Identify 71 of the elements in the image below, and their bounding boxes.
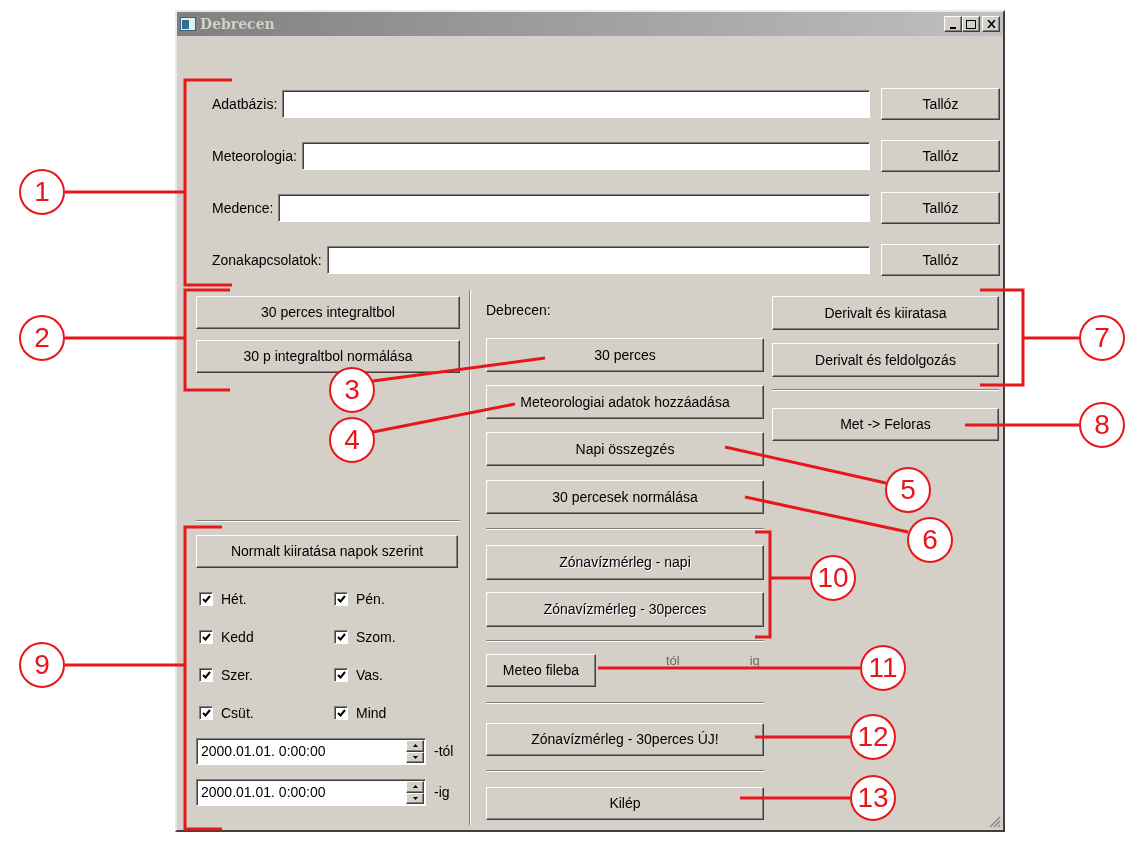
field-label: Zonakapcsolatok: [212, 250, 322, 270]
date-time-field[interactable]: 2000.01.01. 0:00:00 [196, 738, 426, 765]
checkbox[interactable] [334, 668, 348, 682]
button[interactable]: Meteorologiai adatok hozzáadása [486, 385, 764, 419]
button[interactable]: Derivalt és feldolgozás [772, 343, 999, 377]
meteo-file-button[interactable]: Meteo fileba [486, 654, 596, 687]
path-field[interactable] [326, 246, 870, 274]
check-icon [201, 595, 211, 603]
date-time-field[interactable]: 2000.01.01. 0:00:00 [196, 779, 426, 806]
checkbox-label: Csüt. [221, 703, 254, 723]
checkbox-label: Hét. [221, 589, 247, 609]
path-field[interactable] [301, 142, 870, 170]
resize-grip-icon[interactable] [989, 816, 1001, 828]
spin-buttons[interactable] [406, 740, 424, 763]
checkbox[interactable] [334, 592, 348, 606]
check-icon [201, 671, 211, 679]
checkbox[interactable] [334, 630, 348, 644]
close-button[interactable] [982, 16, 1000, 32]
checkbox[interactable] [334, 706, 348, 720]
checkbox-label: Szom. [356, 627, 396, 647]
button[interactable]: 30 perces integraltbol [196, 296, 460, 329]
check-icon [201, 633, 211, 641]
button[interactable]: Napi összegzés [486, 432, 764, 466]
browse-button[interactable]: Tallóz [881, 88, 1000, 120]
check-icon [201, 709, 211, 717]
close-icon [986, 20, 996, 28]
exit-button[interactable]: Kilép [486, 787, 764, 820]
check-icon [336, 595, 346, 603]
checkbox[interactable] [199, 668, 213, 682]
path-field[interactable] [278, 194, 870, 222]
callout-number: 8 [1079, 402, 1125, 448]
callout-number: 2 [19, 315, 65, 361]
checkbox-label: Kedd [221, 627, 254, 647]
from-label: tól [666, 654, 680, 668]
checkbox[interactable] [199, 630, 213, 644]
checkbox-label: Pén. [356, 589, 385, 609]
button[interactable]: Derivalt és kiiratasa [772, 296, 999, 330]
browse-button[interactable]: Tallóz [881, 140, 1000, 172]
check-icon [336, 709, 346, 717]
minimize-icon [950, 26, 956, 29]
browse-button[interactable]: Tallóz [881, 244, 1000, 276]
button[interactable]: 30 percesek normálása [486, 480, 764, 514]
callout-number: 1 [19, 169, 65, 215]
browse-button[interactable]: Tallóz [881, 192, 1000, 224]
callout-number: 7 [1079, 315, 1125, 361]
station-heading: Debrecen: [486, 302, 552, 318]
checkbox-label: Vas. [356, 665, 383, 685]
window-title: Debrecen [200, 14, 275, 34]
button[interactable]: 30 p integraltbol normálása [196, 340, 460, 373]
window-icon [180, 17, 196, 31]
field-label: Medence: [212, 198, 274, 218]
checkbox-label: Mind [356, 703, 387, 723]
callout-number: 9 [19, 642, 65, 688]
maximize-icon [966, 19, 976, 29]
button[interactable]: Zónavízmérleg - 30perces ÚJ! [486, 723, 764, 756]
range-suffix: -ig [434, 783, 450, 802]
spin-buttons[interactable] [406, 781, 424, 804]
checkbox-label: Szer. [221, 665, 253, 685]
field-label: Meteorologia: [212, 146, 297, 166]
range-suffix: -tól [434, 742, 454, 761]
minimize-button[interactable] [944, 16, 962, 32]
button[interactable]: 30 perces [486, 338, 764, 372]
check-icon [336, 633, 346, 641]
checkbox[interactable] [199, 706, 213, 720]
maximize-button[interactable] [962, 16, 980, 32]
button[interactable]: Normalt kiiratása napok szerint [196, 535, 458, 568]
field-label: Adatbázis: [212, 94, 278, 114]
checkbox[interactable] [199, 592, 213, 606]
check-icon [336, 671, 346, 679]
path-field[interactable] [282, 90, 870, 118]
button[interactable]: Met -> Feloras [772, 408, 999, 441]
